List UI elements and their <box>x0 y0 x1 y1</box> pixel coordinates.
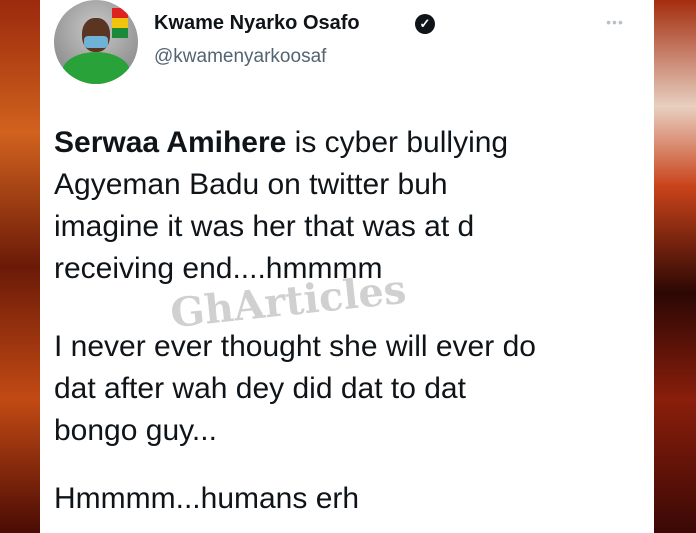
tweet-text-line: dat after wah dey did dat to dat <box>54 372 466 405</box>
avatar-flag <box>112 8 128 38</box>
tweet-paragraph-2: I never ever thought she will ever do da… <box>54 326 634 452</box>
tweet-text-line: Hmmmm...humans erh <box>54 482 360 515</box>
tweet-text-line: I never ever thought she will ever do <box>54 330 536 363</box>
avatar-mask <box>84 36 108 48</box>
author-display-name[interactable]: Kwame Nyarko Osafo <box>154 12 360 35</box>
tweet-text-line: receiving end....hmmmm <box>54 252 383 285</box>
avatar-shirt <box>62 52 130 84</box>
tweet-text-line: imagine it was her that was at d <box>54 210 475 243</box>
more-options-icon[interactable]: ••• <box>600 14 630 30</box>
background-right-edge <box>654 0 696 533</box>
tweet-paragraph-1: Serwaa Amihere is cyber bullying Agyeman… <box>54 122 634 290</box>
author-handle[interactable]: @kwamenyarkoosaf <box>154 46 326 68</box>
tweet-paragraph-3: Hmmmm...humans erh <box>54 478 634 520</box>
tweet-card: Kwame Nyarko Osafo ✓ @kwamenyarkoosaf ••… <box>40 0 654 533</box>
tweet-text-line: Agyeman Badu on twitter buh <box>54 168 448 201</box>
tweet-mention-bold: Serwaa Amihere <box>54 126 287 159</box>
background-left-edge <box>0 0 40 533</box>
tweet-text-line: is cyber bullying <box>286 126 509 159</box>
verified-badge-icon: ✓ <box>415 14 435 34</box>
tweet-text-line: bongo guy... <box>54 414 217 447</box>
avatar[interactable] <box>54 0 138 84</box>
